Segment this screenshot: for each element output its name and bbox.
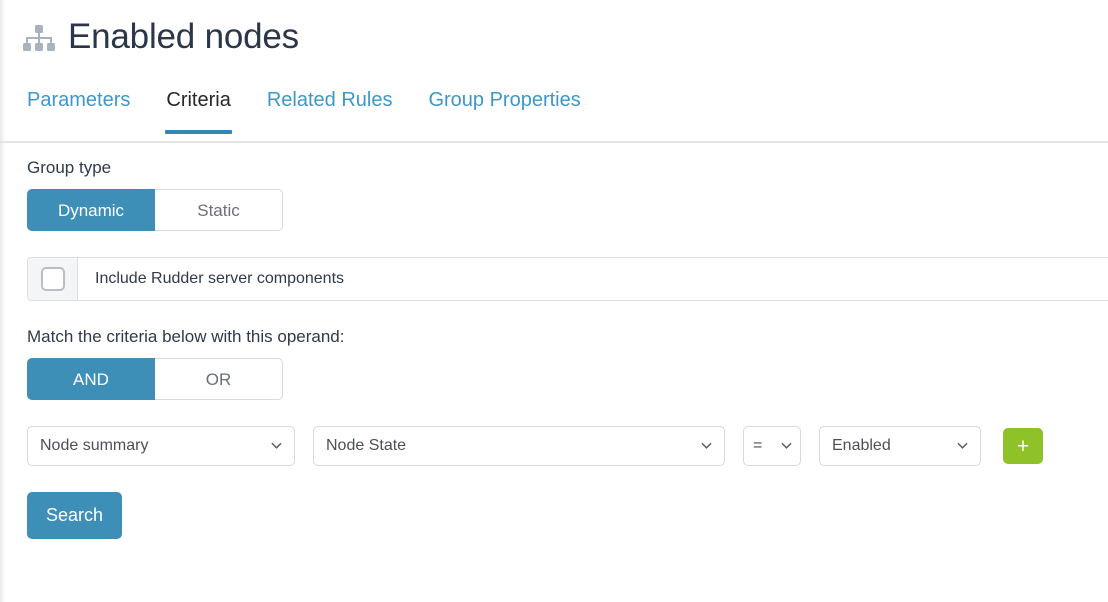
- tab-parameters[interactable]: Parameters: [27, 88, 130, 134]
- criteria-subattribute-value: Node State: [326, 437, 406, 455]
- criteria-comparator-value: =: [753, 437, 762, 455]
- criteria-attribute-value: Node summary: [40, 437, 148, 455]
- chevron-down-icon: [956, 439, 969, 452]
- page-title: Enabled nodes: [68, 19, 299, 54]
- tab-criteria[interactable]: Criteria: [166, 88, 230, 134]
- criteria-comparator-select[interactable]: =: [743, 426, 801, 466]
- criteria-attribute-select[interactable]: Node summary: [27, 426, 295, 466]
- add-criteria-button[interactable]: +: [1003, 428, 1043, 464]
- criteria-value-select[interactable]: Enabled: [819, 426, 981, 466]
- criteria-subattribute-select[interactable]: Node State: [313, 426, 725, 466]
- sitemap-icon: [22, 24, 56, 54]
- chevron-down-icon: [780, 439, 793, 452]
- tab-group-properties[interactable]: Group Properties: [428, 88, 580, 134]
- checkbox-unchecked-icon[interactable]: [41, 267, 65, 291]
- operand-toggle: AND OR: [27, 358, 1108, 400]
- group-type-static-button[interactable]: Static: [155, 189, 283, 231]
- criteria-line: Node summary Node State =: [27, 426, 1108, 466]
- tab-related-rules[interactable]: Related Rules: [267, 88, 393, 134]
- chevron-down-icon: [700, 439, 713, 452]
- criteria-value-text: Enabled: [832, 437, 891, 455]
- page-shell: Enabled nodes Parameters Criteria Relate…: [0, 0, 1108, 602]
- tab-bar: Parameters Criteria Related Rules Group …: [0, 88, 1108, 144]
- operand-label: Match the criteria below with this opera…: [0, 327, 1108, 347]
- group-type-label: Group type: [0, 158, 1108, 178]
- chevron-down-icon: [270, 439, 283, 452]
- search-button[interactable]: Search: [27, 492, 122, 539]
- operand-or-button[interactable]: OR: [155, 358, 283, 400]
- criteria-panel: Group type Dynamic Static Include Rudder…: [0, 158, 1108, 539]
- page-header: Enabled nodes: [0, 0, 1108, 72]
- group-type-dynamic-button[interactable]: Dynamic: [27, 189, 155, 231]
- include-server-components-row: Include Rudder server components: [27, 257, 1108, 301]
- include-server-components-checkbox-addon[interactable]: [27, 257, 77, 301]
- group-type-toggle: Dynamic Static: [27, 189, 1108, 231]
- operand-and-button[interactable]: AND: [27, 358, 155, 400]
- include-server-components-label: Include Rudder server components: [77, 257, 1108, 301]
- tab-bar-divider: [0, 141, 1108, 143]
